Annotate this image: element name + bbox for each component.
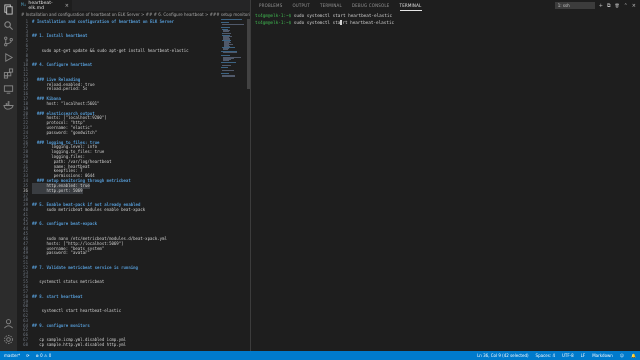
- close-tab-icon[interactable]: ×: [65, 3, 69, 9]
- minimap-line: [221, 21, 230, 23]
- encoding[interactable]: UTF-8: [562, 351, 574, 360]
- minimap-line: [221, 26, 230, 28]
- close-panel-icon[interactable]: ×: [632, 3, 636, 9]
- maximize-panel-icon[interactable]: ⌃: [624, 3, 628, 9]
- breadcrumb[interactable]: # Installation and configuration of hear…: [17, 11, 250, 19]
- add-terminal-icon[interactable]: +: [599, 3, 603, 9]
- panel-tab-problems[interactable]: PROBLEMS: [259, 0, 282, 11]
- activity-bar: [0, 0, 17, 351]
- tab-label: heartbeat-elk.md: [28, 0, 53, 11]
- minimap-line: [221, 72, 230, 74]
- markdown-icon: M↓: [21, 3, 27, 8]
- search-icon[interactable]: [3, 20, 14, 31]
- tab-heartbeat-elk-md[interactable]: M↓ heartbeat-elk.md ×: [17, 0, 72, 11]
- terminal-output[interactable]: ts4gm@elk-1:~$ sudo systemctl start hear…: [255, 14, 394, 27]
- extensions-icon[interactable]: [3, 68, 14, 79]
- panel-toolbar: 1: ssh + ⧉ 🗑 ⌃ ×: [554, 1, 636, 10]
- code-editor[interactable]: 1 # Installation and configuration of hea…: [17, 19, 250, 351]
- editor-tab-bar: M↓ heartbeat-elk.md ×: [17, 0, 250, 11]
- minimap-line: [221, 54, 231, 56]
- problems-count[interactable]: ⊗ 0 ⚠ 0: [35, 351, 51, 360]
- minimap-line: [223, 48, 229, 50]
- panel-tab-output[interactable]: OUTPUT: [292, 0, 310, 11]
- indentation[interactable]: Spaces: 4: [536, 351, 555, 360]
- settings-gear-icon[interactable]: [3, 334, 14, 345]
- feedback-icon[interactable]: ☺: [620, 351, 624, 360]
- line-ending[interactable]: LF: [581, 351, 586, 360]
- cursor-position[interactable]: Ln 36, Col 9 (42 selected): [477, 351, 528, 360]
- minimap-line: [222, 24, 244, 26]
- code-text: cp sample.http.yml.disabled http.yml: [32, 341, 126, 347]
- panel-tabs: PROBLEMS OUTPUT TERMINAL DEBUG CONSOLE TERMI…: [259, 0, 422, 11]
- code-line[interactable]: 68 cp sample.http.yml.disabled http.yml: [17, 342, 222, 348]
- minimap-line: [221, 19, 242, 20]
- minimap-line: [223, 52, 238, 54]
- terminal-line: ts4gm@elk-1:~$ sudo systemctl start hear…: [255, 20, 395, 26]
- trash-icon[interactable]: 🗑: [615, 3, 620, 8]
- minimap-line: [222, 64, 232, 66]
- minimap[interactable]: [221, 19, 247, 79]
- panel-tab-terminal[interactable]: TERMINAL: [320, 0, 342, 11]
- panel-tab-debug-console[interactable]: DEBUG CONSOLE: [352, 0, 390, 11]
- minimap-line: [222, 75, 235, 77]
- line-number: 68: [23, 341, 28, 347]
- panel-tab-terminal[interactable]: TERMINAL: [399, 0, 422, 11]
- notifications-bell-icon[interactable]: 🔔: [631, 351, 636, 360]
- sync-icon[interactable]: ⟳: [26, 351, 29, 360]
- minimap-line: [221, 62, 237, 64]
- terminal-panel: PROBLEMS OUTPUT TERMINAL DEBUG CONSOLE TERMI…: [250, 0, 640, 351]
- git-branch[interactable]: master*: [4, 351, 20, 360]
- docker-icon[interactable]: [3, 100, 14, 111]
- language-mode[interactable]: Markdown: [592, 351, 613, 360]
- split-terminal-icon[interactable]: ⧉: [607, 3, 611, 9]
- status-bar: master* ⟳ ⊗ 0 ⚠ 0 Ln 36, Col 9 (42 selec…: [0, 351, 640, 360]
- minimap-line: [222, 70, 234, 71]
- source-control-icon[interactable]: [3, 36, 14, 47]
- terminal-select-dropdown[interactable]: 1: ssh: [554, 2, 595, 9]
- run-debug-icon[interactable]: [3, 52, 14, 63]
- minimap-line: [221, 67, 229, 69]
- minimap-line: [223, 59, 230, 61]
- remote-explorer-icon[interactable]: [3, 84, 14, 95]
- account-icon[interactable]: [3, 318, 14, 329]
- explorer-icon[interactable]: [3, 4, 14, 15]
